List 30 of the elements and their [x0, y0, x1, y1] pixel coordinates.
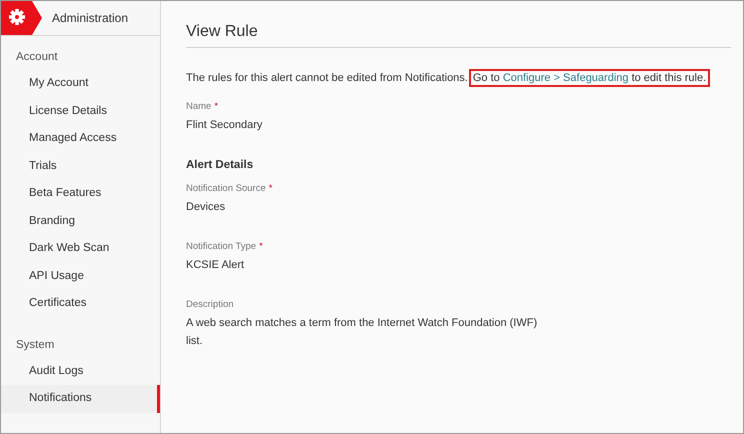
sidebar-item[interactable]: API Usage: [1, 262, 160, 290]
sidebar-item[interactable]: Dark Web Scan: [1, 235, 160, 262]
sidebar-item[interactable]: Managed Access: [1, 125, 160, 152]
field-label: Notification Type: [186, 241, 256, 252]
sidebar-item[interactable]: Beta Features: [1, 180, 160, 208]
sidebar-item[interactable]: Trials: [1, 152, 160, 180]
group-heading: System: [15, 338, 56, 352]
required-asterisk: *: [268, 183, 272, 194]
sidebar-item[interactable]: Notifications: [1, 385, 160, 412]
highlighted-instruction: Go to Configure > Safeguarding to edit this rule.: [468, 69, 710, 87]
field-label: Notification Source: [186, 183, 266, 194]
required-asterisk: *: [259, 241, 263, 252]
section-title: Administration: [52, 11, 128, 25]
sidebar-item[interactable]: Branding: [1, 208, 160, 235]
field-value: Flint Secondary: [186, 118, 264, 133]
field-label: Description: [186, 299, 234, 310]
field-value: A web search matches a term from the Internet Watch Foundation (IWF) list.: [186, 316, 538, 349]
sidebar-item[interactable]: Audit Logs: [1, 358, 160, 385]
group-heading: Account: [15, 50, 59, 65]
field-label: Name: [186, 101, 212, 112]
safeguarding-link[interactable]: Configure > Safeguarding: [502, 72, 629, 84]
section-heading: Alert Details: [186, 159, 254, 171]
sidebar-item[interactable]: Certificates: [1, 290, 160, 318]
field-value: Devices: [186, 200, 226, 215]
page-title: View Rule: [186, 1, 731, 48]
info-text: The rules for this alert cannot be edited from Notifications.: [186, 72, 468, 84]
required-asterisk: *: [214, 101, 218, 112]
sidebar-item[interactable]: My Account: [1, 70, 160, 98]
sidebar-item[interactable]: License Details: [1, 98, 160, 125]
field-value: KCSIE Alert: [186, 258, 246, 273]
